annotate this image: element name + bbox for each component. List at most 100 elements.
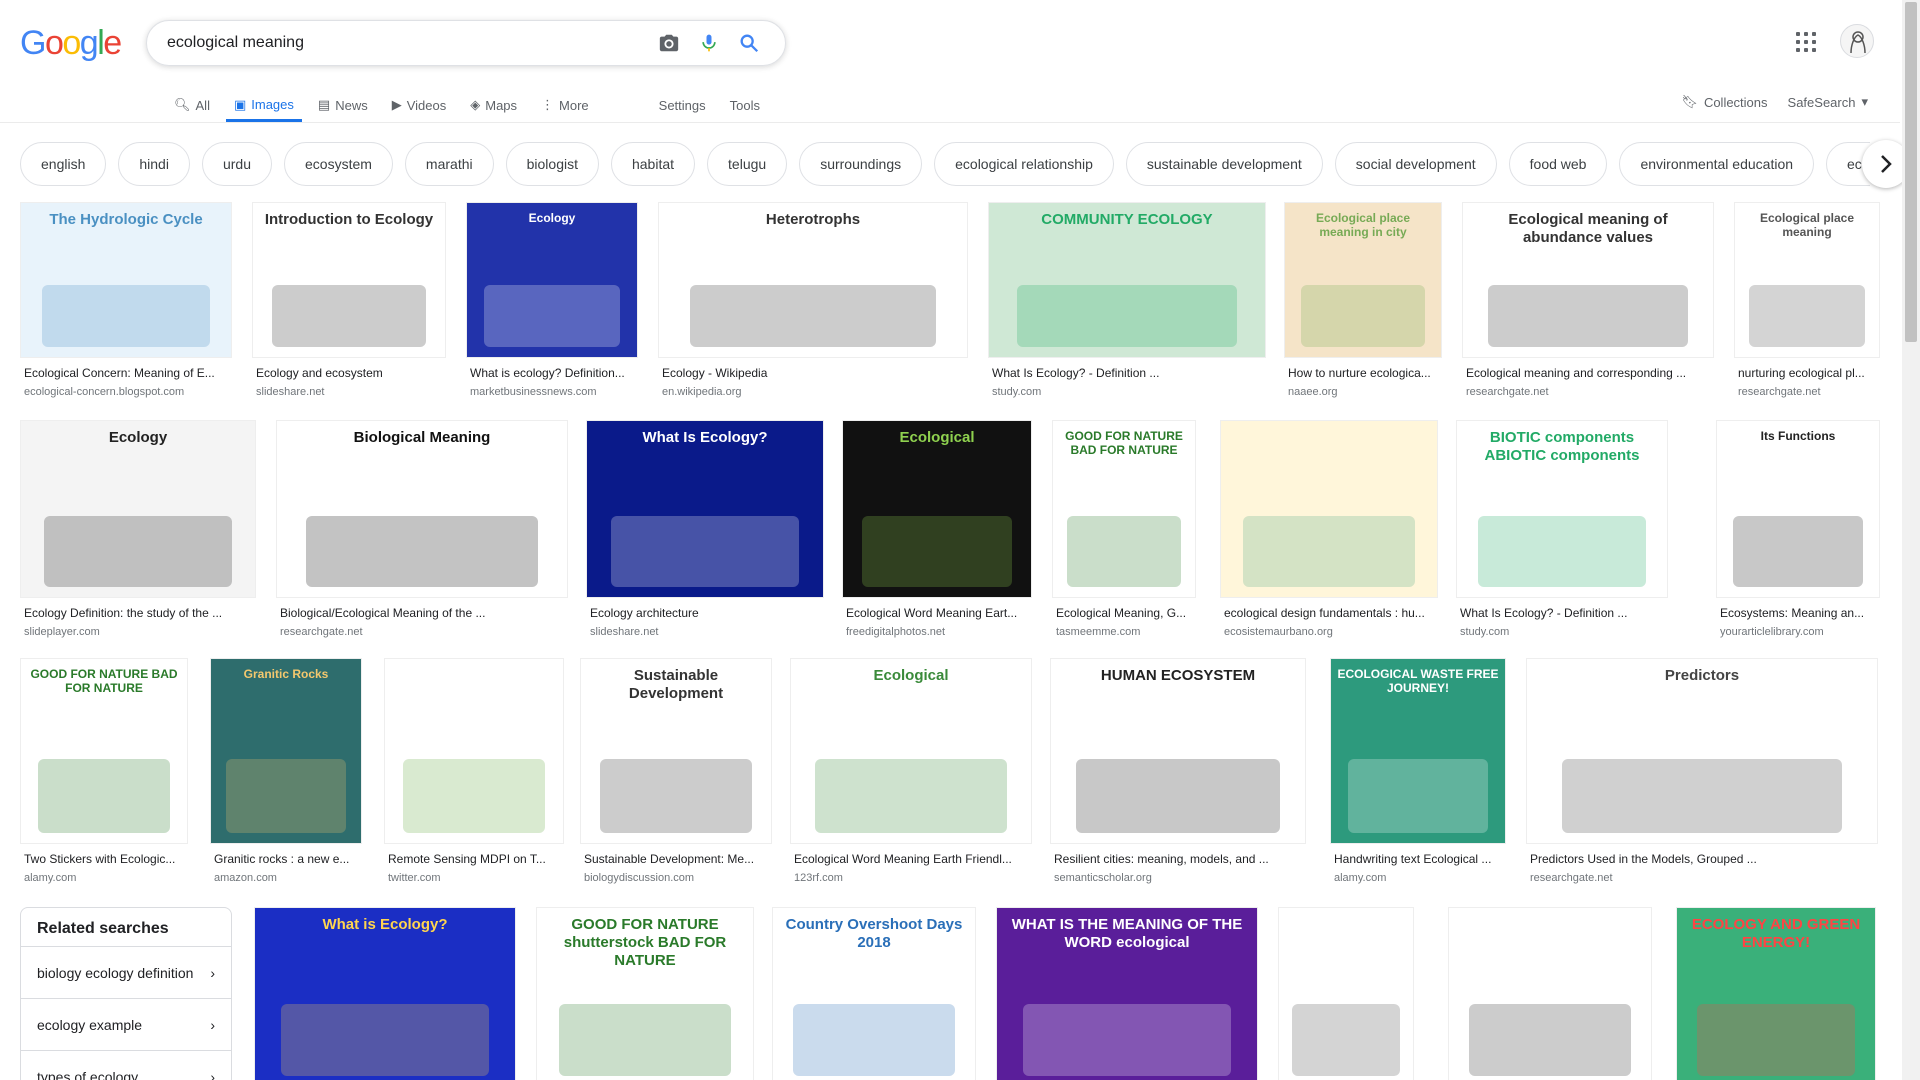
thumbnail-text: Ecological place meaning in city bbox=[1315, 211, 1411, 240]
thumbnail-graphic bbox=[281, 1004, 489, 1076]
chip[interactable]: biologist bbox=[505, 142, 599, 186]
image-thumbnail[interactable]: Granitic Rocks bbox=[210, 658, 362, 844]
chip[interactable]: sustainable development bbox=[1125, 142, 1323, 186]
image-thumbnail[interactable]: Ecological bbox=[790, 658, 1032, 844]
image-thumbnail[interactable]: Ecological bbox=[842, 420, 1032, 598]
chip[interactable]: social development bbox=[1334, 142, 1497, 186]
image-thumbnail[interactable]: Biological Meaning bbox=[276, 420, 568, 598]
image-caption[interactable]: Ecology and ecosystem bbox=[256, 366, 446, 380]
image-caption[interactable]: Sustainable Development: Me... bbox=[584, 852, 772, 866]
image-thumbnail[interactable]: WHAT IS THE MEANING OF THE WORD ecologic… bbox=[996, 907, 1258, 1080]
chevron-right-icon bbox=[1881, 155, 1892, 173]
image-thumbnail[interactable]: Sustainable Development bbox=[580, 658, 772, 844]
collections-link[interactable]: 🔖︎ Collections bbox=[1681, 90, 1767, 114]
image-thumbnail[interactable]: What Is Ecology? bbox=[586, 420, 824, 598]
image-thumbnail[interactable]: Ecological place meaning bbox=[1734, 202, 1880, 358]
image-thumbnail[interactable]: COMMUNITY ECOLOGY bbox=[988, 202, 1266, 358]
avatar[interactable] bbox=[1840, 24, 1874, 58]
related-search-item[interactable]: biology ecology definition › bbox=[21, 946, 231, 998]
scrollbar-thumb[interactable] bbox=[1905, 2, 1917, 342]
tab-images[interactable]: ▣ Images bbox=[225, 90, 302, 122]
image-caption[interactable]: Ecology - Wikipedia bbox=[662, 366, 968, 380]
image-caption[interactable]: Ecological Meaning, G... bbox=[1056, 606, 1196, 620]
tab-news[interactable]: ▤ News bbox=[310, 90, 376, 120]
chip[interactable]: ecological relationship bbox=[934, 142, 1114, 186]
camera-icon[interactable] bbox=[649, 23, 689, 63]
chip[interactable]: urdu bbox=[201, 142, 272, 186]
apps-grid-icon[interactable] bbox=[1794, 30, 1818, 54]
related-search-item[interactable]: types of ecology › bbox=[21, 1050, 231, 1080]
image-thumbnail[interactable]: The Hydrologic Cycle bbox=[20, 202, 232, 358]
image-caption[interactable]: Granitic rocks : a new e... bbox=[214, 852, 362, 866]
safesearch-dropdown[interactable]: SafeSearch ▾ bbox=[1788, 90, 1868, 114]
thumbnail-text: Ecological bbox=[873, 667, 949, 684]
image-thumbnail[interactable]: ECOLOGY AND GREEN ENERGY! bbox=[1676, 907, 1876, 1080]
search-box[interactable]: ecological meaning bbox=[146, 20, 786, 66]
chip[interactable]: english bbox=[20, 142, 107, 186]
image-caption[interactable]: Resilient cities: meaning, models, and .… bbox=[1054, 852, 1306, 866]
settings-link[interactable]: Settings bbox=[651, 90, 714, 120]
thumbnail-graphic bbox=[861, 516, 1013, 587]
tab-more[interactable]: ⋮ More bbox=[533, 90, 597, 120]
image-thumbnail[interactable]: GOOD FOR NATURE shutterstock BAD FOR NAT… bbox=[536, 907, 754, 1080]
image-thumbnail[interactable] bbox=[384, 658, 564, 844]
image-source: alamy.com bbox=[24, 872, 77, 884]
image-thumbnail[interactable]: GOOD FOR NATURE BAD FOR NATURE bbox=[1052, 420, 1196, 598]
image-caption[interactable]: ecological design fundamentals : hu... bbox=[1224, 606, 1438, 620]
chip[interactable]: hindi bbox=[118, 142, 190, 186]
tab-videos[interactable]: ▶ Videos bbox=[384, 90, 455, 120]
image-caption[interactable]: How to nurture ecologica... bbox=[1288, 366, 1442, 380]
google-logo[interactable]: Google bbox=[20, 24, 122, 63]
chip[interactable]: habitat bbox=[610, 142, 696, 186]
image-thumbnail[interactable]: BIOTIC components ABIOTIC components bbox=[1456, 420, 1668, 598]
image-caption[interactable]: Handwriting text Ecological ... bbox=[1334, 852, 1506, 866]
chip[interactable]: environmental education bbox=[1619, 142, 1815, 186]
image-caption[interactable]: Ecological meaning and corresponding ... bbox=[1466, 366, 1714, 380]
image-caption[interactable]: Predictors Used in the Models, Grouped .… bbox=[1530, 852, 1878, 866]
image-caption[interactable]: What Is Ecology? - Definition ... bbox=[1460, 606, 1668, 620]
image-thumbnail[interactable]: ECOLOGICAL WASTE FREE JOURNEY! bbox=[1330, 658, 1506, 844]
image-caption[interactable]: Ecology architecture bbox=[590, 606, 824, 620]
image-caption[interactable]: Two Stickers with Ecologic... bbox=[24, 852, 188, 866]
search-icon[interactable] bbox=[729, 23, 769, 63]
thumbnail-graphic bbox=[1076, 759, 1280, 833]
page-scrollbar[interactable] bbox=[1902, 0, 1920, 1080]
image-thumbnail[interactable]: Heterotrophs bbox=[658, 202, 968, 358]
related-search-item[interactable]: ecology example › bbox=[21, 998, 231, 1050]
search-input[interactable]: ecological meaning bbox=[167, 34, 649, 52]
tab-maps[interactable]: ◈ Maps bbox=[462, 90, 525, 120]
image-caption[interactable]: Ecological Word Meaning Eart... bbox=[846, 606, 1032, 620]
image-caption[interactable]: Ecosystems: Meaning an... bbox=[1720, 606, 1880, 620]
image-source: freedigitalphotos.net bbox=[846, 626, 946, 638]
tab-all[interactable]: 🔍︎ All bbox=[166, 90, 218, 120]
image-caption[interactable]: Biological/Ecological Meaning of the ... bbox=[280, 606, 568, 620]
image-caption[interactable]: What Is Ecology? - Definition ... bbox=[992, 366, 1266, 380]
image-thumbnail[interactable]: Ecology bbox=[20, 420, 256, 598]
image-thumbnail[interactable] bbox=[1448, 907, 1652, 1080]
image-thumbnail[interactable]: Introduction to Ecology bbox=[252, 202, 446, 358]
image-thumbnail[interactable]: What is Ecology? bbox=[254, 907, 516, 1080]
image-thumbnail[interactable]: HUMAN ECOSYSTEM bbox=[1050, 658, 1306, 844]
image-thumbnail[interactable]: GOOD FOR NATURE BAD FOR NATURE bbox=[20, 658, 188, 844]
chip[interactable]: ecosystem bbox=[284, 142, 393, 186]
chip[interactable]: surroundings bbox=[799, 142, 923, 186]
image-thumbnail[interactable]: Ecological meaning of abundance values bbox=[1462, 202, 1714, 358]
image-caption[interactable]: nurturing ecological pl... bbox=[1738, 366, 1880, 380]
image-thumbnail[interactable]: Country Overshoot Days 2018 bbox=[772, 907, 976, 1080]
image-caption[interactable]: Ecological Concern: Meaning of E... bbox=[24, 366, 232, 380]
chip[interactable]: marathi bbox=[404, 142, 494, 186]
image-thumbnail[interactable] bbox=[1278, 907, 1414, 1080]
image-thumbnail[interactable]: Ecological place meaning in city bbox=[1284, 202, 1442, 358]
image-caption[interactable]: What is ecology? Definition... bbox=[470, 366, 638, 380]
tools-link[interactable]: Tools bbox=[722, 90, 768, 120]
image-caption[interactable]: Ecological Word Meaning Earth Friendl... bbox=[794, 852, 1032, 866]
image-caption[interactable]: Ecology Definition: the study of the ... bbox=[24, 606, 256, 620]
chip[interactable]: food web bbox=[1508, 142, 1608, 186]
chip[interactable]: telugu bbox=[707, 142, 788, 186]
image-thumbnail[interactable] bbox=[1220, 420, 1438, 598]
image-caption[interactable]: Remote Sensing MDPI on T... bbox=[388, 852, 564, 866]
mic-icon[interactable] bbox=[689, 23, 729, 63]
image-thumbnail[interactable]: Predictors bbox=[1526, 658, 1878, 844]
image-thumbnail[interactable]: Its Functions bbox=[1716, 420, 1880, 598]
image-thumbnail[interactable]: Ecology bbox=[466, 202, 638, 358]
